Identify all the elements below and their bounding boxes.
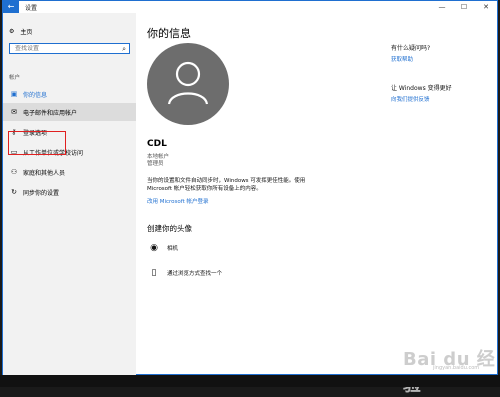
gear-icon: ⚙: [9, 28, 15, 35]
main-content: 你的信息 CDL 本地帐户 管理员 当你的设置和文件自动同步时，Windows …: [147, 13, 377, 373]
close-button[interactable]: ✕: [475, 1, 497, 13]
help-link[interactable]: 获取帮助: [391, 55, 413, 63]
sidebar: ⚙ 主页 ⌕ 帐户 ▣ 你的信息 ✉ 电子邮件和应用帐户 ⚷ 登录选项 ▭ 从工…: [3, 13, 136, 375]
sidebar-item-sync[interactable]: ↻ 同步你的设置: [3, 183, 136, 201]
option-label: 通过浏览方式查找一个: [167, 271, 223, 277]
avatar: [147, 43, 229, 125]
watermark-logo: Bai du 经验: [403, 349, 496, 396]
create-avatar-heading: 创建你的头像: [147, 224, 192, 233]
account-role: 管理员: [147, 161, 164, 167]
sidebar-item-label: 你的信息: [23, 91, 48, 99]
section-label: 帐户: [9, 75, 21, 81]
sync-icon: ↻: [11, 188, 17, 196]
people-icon: ⚇: [10, 168, 18, 176]
minimize-button[interactable]: —: [431, 1, 453, 13]
highlight-box: [8, 131, 66, 155]
taskbar: [0, 375, 500, 387]
camera-icon: ◉: [150, 243, 158, 253]
settings-window: ← 设置 — ☐ ✕ ⚙ 主页 ⌕ 帐户 ▣ 你的信息 ✉ 电子邮件和应用帐户 …: [2, 0, 498, 396]
app-title: 设置: [25, 5, 38, 12]
option-label: 相机: [167, 246, 179, 252]
person-card-icon: ▣: [10, 90, 18, 98]
browse-icon: ▯: [151, 268, 157, 278]
home-nav[interactable]: ⚙ 主页: [9, 27, 32, 36]
browse-option[interactable]: ▯ 通过浏览方式查找一个: [149, 268, 223, 278]
search-icon[interactable]: ⌕: [122, 45, 126, 54]
sidebar-item-email-accounts[interactable]: ✉ 电子邮件和应用帐户: [3, 103, 136, 121]
improve-heading: 让 Windows 变得更好: [391, 85, 452, 92]
page-title: 你的信息: [147, 27, 191, 40]
camera-option[interactable]: ◉ 相机: [149, 243, 178, 253]
search-box[interactable]: ⌕: [9, 43, 130, 54]
feedback-link[interactable]: 向我们提供反馈: [391, 95, 430, 103]
watermark-url: jingyan.baidu.com: [433, 365, 480, 371]
home-label: 主页: [20, 29, 33, 36]
sidebar-item-your-info[interactable]: ▣ 你的信息: [3, 85, 136, 103]
user-silhouette-icon: [167, 61, 209, 105]
sidebar-item-label: 家庭和其他人员: [23, 169, 66, 177]
back-button[interactable]: ←: [3, 1, 19, 13]
mail-icon: ✉: [11, 108, 17, 116]
maximize-button[interactable]: ☐: [453, 1, 475, 13]
sidebar-item-family[interactable]: ⚇ 家庭和其他人员: [3, 163, 136, 181]
user-name: CDL: [147, 139, 167, 149]
search-input[interactable]: [15, 45, 115, 52]
ms-account-link[interactable]: 改用 Microsoft 帐户登录: [147, 197, 209, 205]
sync-description: 当你的设置和文件自动同步时，Windows 可发挥更佳性能。使用 Microso…: [147, 178, 306, 192]
sidebar-item-label: 同步你的设置: [23, 189, 60, 197]
question-heading: 有什么疑问吗?: [391, 45, 431, 52]
sidebar-item-label: 电子邮件和应用帐户: [23, 109, 78, 117]
